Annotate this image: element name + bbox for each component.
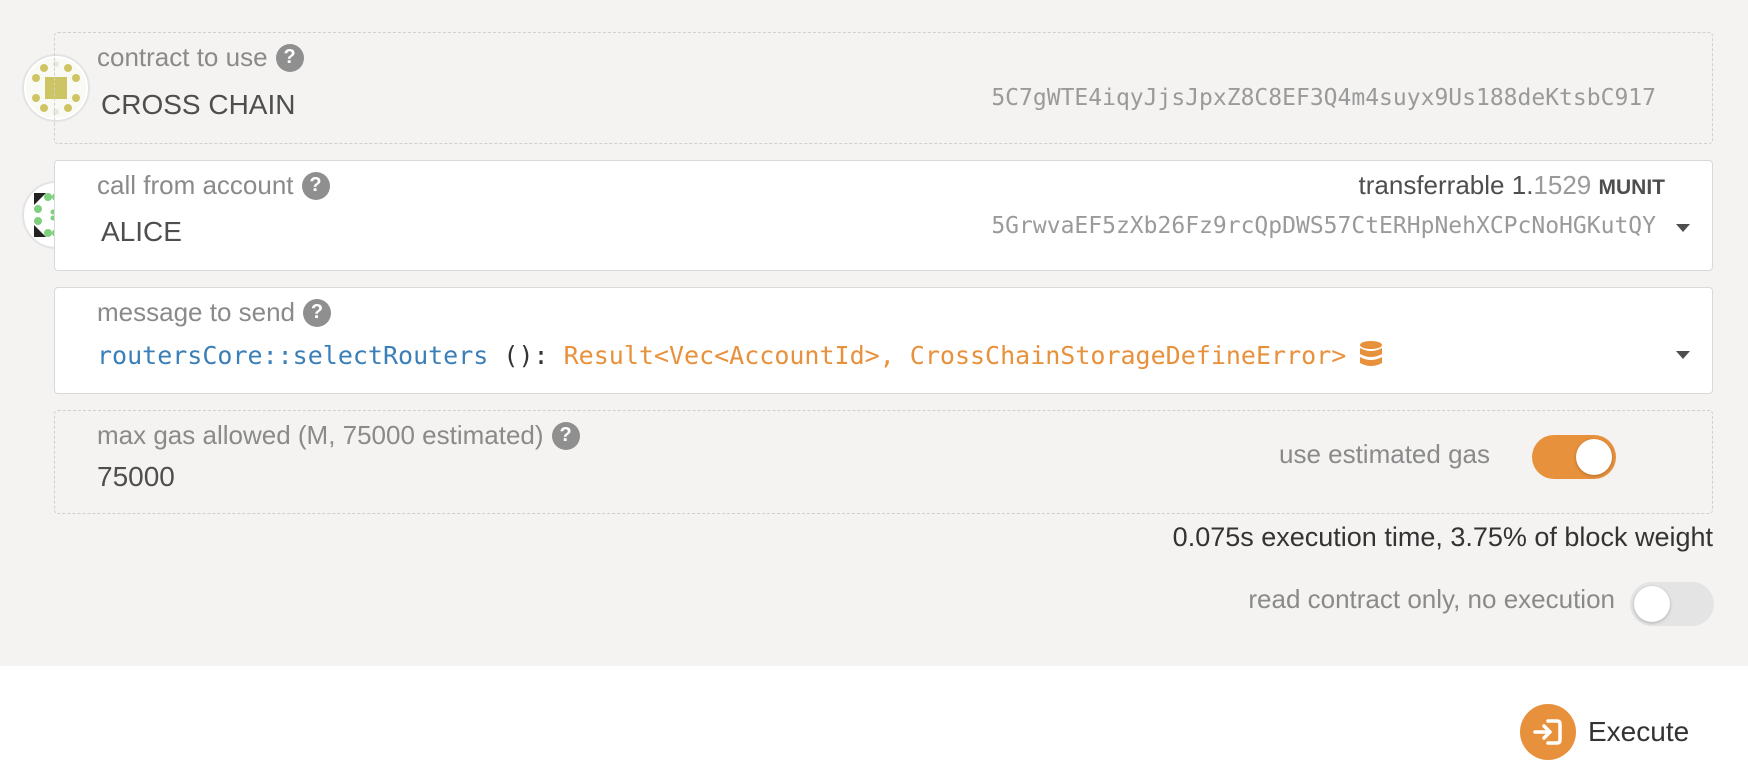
account-label: call from account ?: [97, 170, 330, 201]
account-name: ALICE: [101, 216, 182, 247]
contract-selector[interactable]: contract to use ? CROSS CHAIN 5C7gWTE4iq…: [54, 32, 1713, 144]
toggle-knob: [1576, 439, 1612, 475]
sign-in-icon: [1520, 704, 1576, 760]
account-address: 5GrwvaEF5zXb26Fz9rcQpDWS57CtERHpNehXCPcN…: [991, 213, 1656, 239]
message-signature: routersCore::selectRouters (): Result<Ve…: [97, 340, 1384, 370]
contract-label: contract to use ?: [97, 42, 304, 73]
execute-button[interactable]: Execute: [1520, 704, 1689, 760]
database-icon: [1358, 340, 1384, 370]
message-return-type: Result<Vec<AccountId>, CrossChainStorage…: [563, 340, 1347, 370]
contract-call-panel: contract to use ? CROSS CHAIN 5C7gWTE4iq…: [0, 0, 1748, 666]
message-selector[interactable]: message to send ? routersCore::selectRou…: [54, 287, 1713, 394]
execute-button-label: Execute: [1588, 716, 1690, 747]
help-icon[interactable]: ?: [301, 171, 330, 200]
chevron-down-icon[interactable]: [1676, 351, 1690, 359]
execution-info: 0.075s execution time, 3.75% of block we…: [1172, 522, 1713, 552]
contract-name: CROSS CHAIN: [101, 89, 296, 120]
help-icon[interactable]: ?: [275, 43, 304, 72]
message-method: routersCore::selectRouters: [97, 340, 489, 370]
message-label: message to send ?: [97, 297, 332, 328]
gas-limit-field: max gas allowed (M, 75000 estimated) ? 7…: [54, 410, 1713, 514]
toggle-knob: [1634, 586, 1670, 622]
gas-label: max gas allowed (M, 75000 estimated) ?: [97, 420, 580, 451]
use-estimated-gas-toggle[interactable]: [1532, 435, 1616, 479]
gas-value: 75000: [97, 461, 175, 492]
help-icon[interactable]: ?: [551, 421, 580, 450]
message-params: ():: [488, 340, 564, 370]
chevron-down-icon[interactable]: [1676, 224, 1690, 232]
help-icon[interactable]: ?: [303, 298, 332, 327]
account-balance: transferrable 1.1529 MUNIT: [1358, 170, 1665, 200]
contract-address: 5C7gWTE4iqyJjsJpxZ8C8EF3Q4m4suyx9Us188de…: [991, 85, 1656, 111]
read-only-toggle[interactable]: [1630, 582, 1714, 626]
use-estimated-gas-label: use estimated gas: [1278, 439, 1490, 469]
read-only-label: read contract only, no execution: [1248, 584, 1615, 614]
account-selector[interactable]: call from account ? transferrable 1.1529…: [54, 160, 1713, 271]
